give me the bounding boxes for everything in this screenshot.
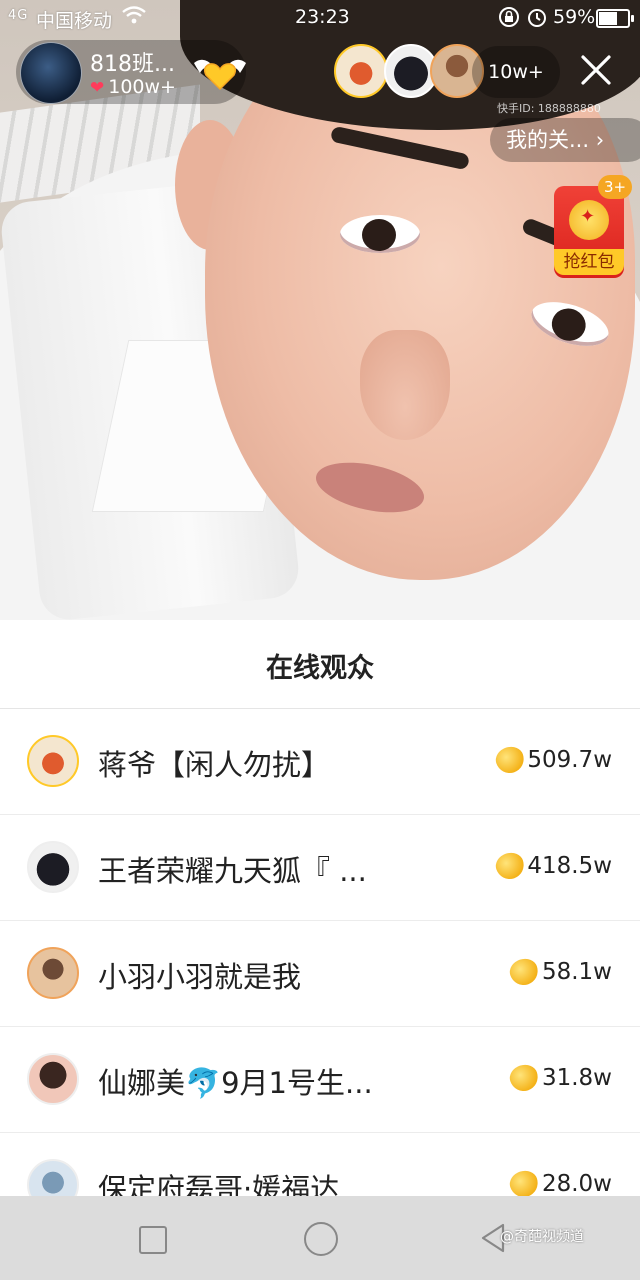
- viewer-row[interactable]: 王者荣耀九天狐『 ... 418.5w: [0, 815, 640, 921]
- online-viewers-sheet: 在线观众 蒋爷【闲人勿扰】 509.7w 王者荣耀九天狐『 ... 418.5w…: [0, 620, 640, 1196]
- winged-heart-icon[interactable]: [190, 53, 250, 93]
- viewer-contribution: 58.1w: [541, 959, 612, 985]
- host-name: 818班...: [90, 52, 175, 77]
- viewer-avatar[interactable]: [27, 735, 79, 787]
- viewer-name: 蒋爷【闲人勿扰】: [98, 748, 331, 782]
- coin-icon: [506, 955, 542, 989]
- host-likes: ❤ 100w+: [90, 76, 176, 98]
- coin-icon: [492, 743, 528, 777]
- viewer-contribution: 418.5w: [527, 853, 612, 879]
- nose: [360, 330, 450, 440]
- red-packet-label: 抢红包: [554, 249, 624, 275]
- viewer-row[interactable]: 小羽小羽就是我 58.1w: [0, 921, 640, 1027]
- watermark: @奇葩视频道: [500, 1229, 584, 1245]
- viewer-contribution: 31.8w: [541, 1065, 612, 1091]
- viewer-row[interactable]: 仙娜美🐬9月1号生... 31.8w: [0, 1027, 640, 1133]
- eye-left: [340, 215, 420, 253]
- home-button[interactable]: [304, 1222, 338, 1256]
- red-packet-badge: 3+: [598, 175, 632, 199]
- viewer-avatar[interactable]: [27, 841, 79, 893]
- viewer-count[interactable]: 10w+: [472, 46, 560, 98]
- my-follow-label: 我的关...: [506, 128, 590, 152]
- host-avatar[interactable]: [20, 42, 82, 104]
- viewer-contribution: 28.0w: [541, 1171, 612, 1196]
- wifi-icon: [122, 6, 146, 29]
- battery-icon: [596, 9, 634, 28]
- coin-icon: [506, 1061, 542, 1095]
- viewer-name: 保定府磊哥·媛福达: [98, 1172, 340, 1196]
- viewer-name: 小羽小羽就是我: [98, 960, 302, 994]
- battery-percent: 59%: [553, 6, 596, 28]
- rotation-lock-icon: [498, 6, 520, 33]
- red-packet-coin-icon: [569, 200, 609, 240]
- coin-icon: [506, 1167, 542, 1196]
- viewer-name: 王者荣耀九天狐『 ...: [98, 854, 367, 888]
- clock: 23:23: [295, 6, 350, 28]
- viewer-row[interactable]: 蒋爷【闲人勿扰】 509.7w: [0, 709, 640, 815]
- status-bar: 4G 中国移动 23:23 59%: [0, 0, 640, 34]
- carrier-name: 中国移动: [36, 10, 113, 32]
- viewer-name: 仙娜美🐬9月1号生...: [98, 1066, 373, 1100]
- my-follow-button[interactable]: 我的关... ›: [490, 118, 640, 162]
- red-packet-button[interactable]: 抢红包: [554, 186, 624, 278]
- kuaishou-id: 快手ID: 188888880: [497, 102, 601, 115]
- viewer-contribution: 509.7w: [527, 747, 612, 773]
- alarm-icon: [526, 6, 548, 33]
- sheet-title: 在线观众: [266, 653, 374, 684]
- recent-apps-button[interactable]: [139, 1226, 167, 1254]
- coin-icon: [492, 849, 528, 883]
- signal-icon: 4G: [8, 8, 29, 23]
- close-icon[interactable]: [574, 48, 618, 92]
- host-likes-count: 100w+: [108, 76, 176, 98]
- battery-fill: [599, 12, 617, 25]
- heart-icon: ❤: [90, 78, 105, 98]
- viewer-avatar[interactable]: [27, 1053, 79, 1105]
- viewer-row[interactable]: 保定府磊哥·媛福达 28.0w: [0, 1133, 640, 1196]
- chevron-right-icon: ›: [595, 128, 605, 152]
- viewer-avatar[interactable]: [27, 1159, 79, 1196]
- viewer-avatar-1[interactable]: [334, 44, 388, 98]
- viewer-avatar[interactable]: [27, 947, 79, 999]
